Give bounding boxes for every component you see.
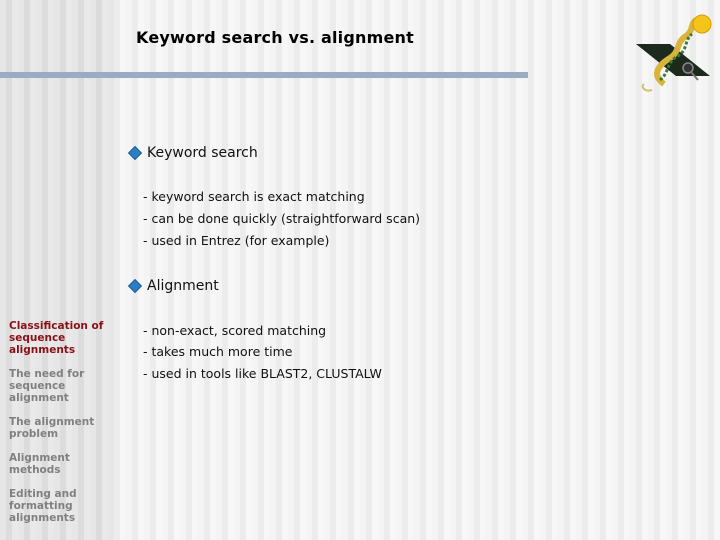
logo-sphere [692, 14, 712, 34]
bullet-keyword-search: Keyword search [127, 145, 258, 161]
logo-magnifier-lens [682, 62, 694, 74]
sidebar-item-need-for-alignment[interactable]: The need for sequence alignment [9, 368, 109, 404]
sub-item: - used in Entrez (for example) [143, 233, 330, 248]
title-underline-bar [0, 72, 528, 78]
sidebar-item-alignment-methods[interactable]: Alignment methods [9, 452, 109, 476]
sub-item: - non-exact, scored matching [143, 323, 327, 338]
logo-dark-plane [636, 44, 710, 76]
dna-helix-logo-icon [636, 14, 712, 92]
sub-item: - keyword search is exact matching [143, 189, 365, 204]
diamond-bullet-icon [127, 145, 143, 161]
diamond-bullet-icon [127, 278, 143, 294]
sidebar-item-classification[interactable]: Classification of sequence alignments [9, 320, 109, 356]
sub-item: - used in tools like BLAST2, CLUSTALW [143, 366, 382, 381]
bullet-heading: Alignment [147, 278, 219, 294]
logo-curl [641, 83, 653, 92]
sub-item: - takes much more time [143, 344, 293, 359]
sidebar-item-editing-formatting[interactable]: Editing and formatting alignments [9, 488, 109, 524]
slide-title: Keyword search vs. alignment [136, 28, 414, 47]
bullet-alignment: Alignment [127, 278, 219, 294]
sub-item: - can be done quickly (straightforward s… [143, 211, 421, 226]
sidebar-item-alignment-problem[interactable]: The alignment problem [9, 416, 109, 440]
bullet-heading: Keyword search [147, 145, 258, 161]
